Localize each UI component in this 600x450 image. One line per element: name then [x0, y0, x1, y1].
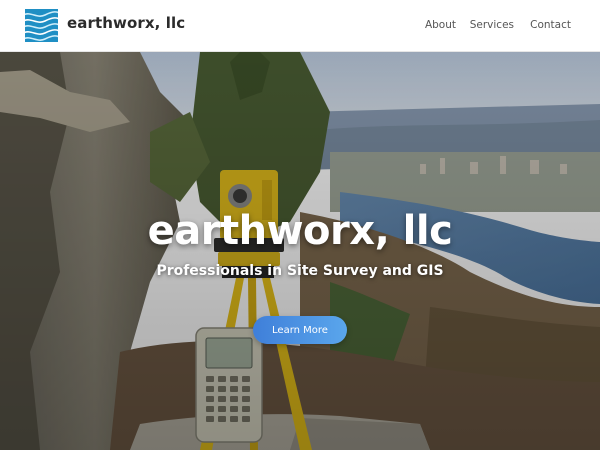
nav-about-link[interactable]: About: [425, 19, 456, 31]
hero-subtitle: Professionals in Site Survey and GIS: [156, 263, 444, 279]
site-header: earthworx, llc About Services Contact: [0, 0, 600, 52]
wave-logo-icon[interactable]: [25, 9, 58, 42]
hero-section: earthworx, llc Professionals in Site Sur…: [0, 52, 600, 450]
hero-title: earthworx, llc: [147, 208, 453, 254]
nav-services-link[interactable]: Services: [470, 19, 514, 31]
brand-name[interactable]: earthworx, llc: [67, 14, 185, 32]
nav-contact-link[interactable]: Contact: [530, 19, 571, 31]
learn-more-button[interactable]: Learn More: [253, 316, 347, 344]
